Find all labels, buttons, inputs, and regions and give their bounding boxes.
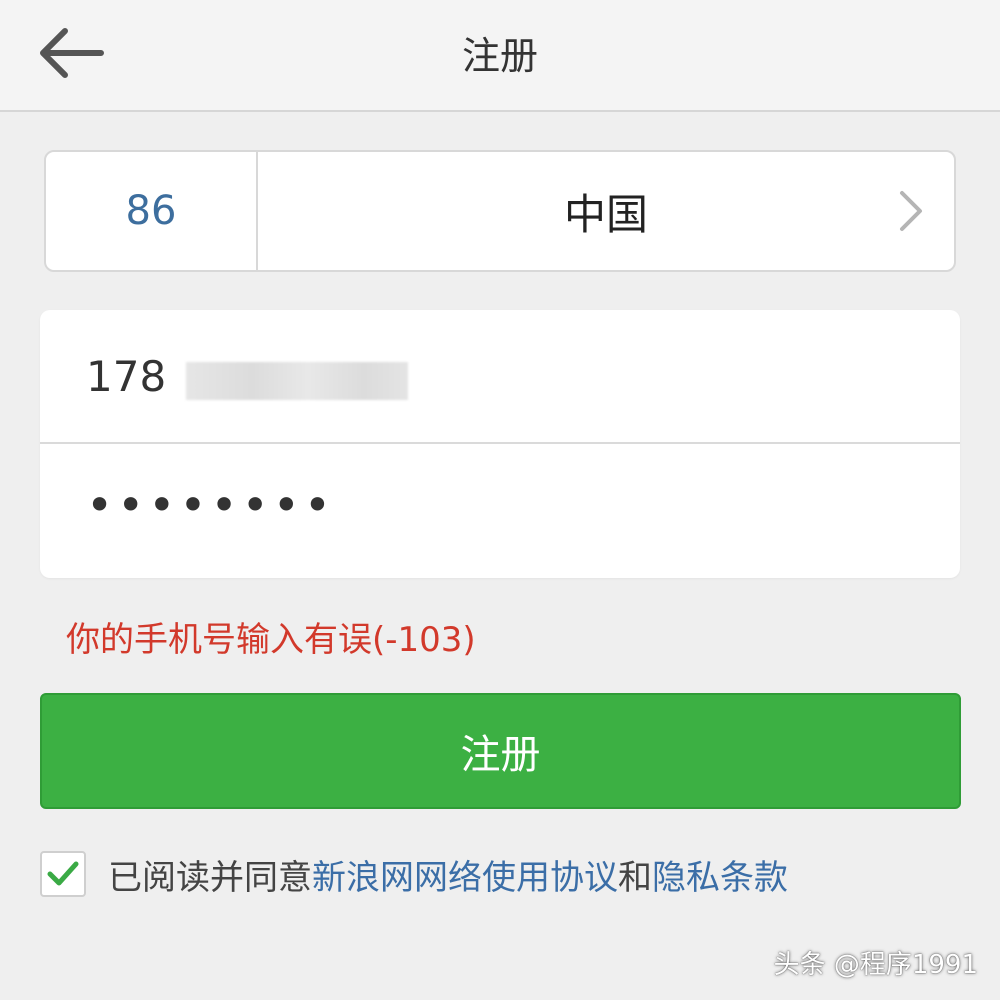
chevron-right-icon: [900, 191, 922, 231]
phone-input[interactable]: 178: [40, 310, 960, 444]
checkmark-icon: [47, 861, 79, 886]
password-input[interactable]: ••••••••: [40, 444, 960, 578]
title-bar: 注册: [0, 0, 1000, 112]
terms-link[interactable]: 新浪网网络使用协议: [312, 858, 618, 898]
phone-value: 178: [86, 351, 167, 401]
login-form: 178 ••••••••: [40, 310, 960, 578]
watermark: 头条 @程序1991: [773, 950, 978, 980]
privacy-link[interactable]: 隐私条款: [652, 858, 788, 898]
page-title: 注册: [461, 33, 538, 78]
country-code[interactable]: 86: [46, 152, 258, 270]
redaction-blur: [186, 362, 408, 400]
agreement-row: 已阅读并同意新浪网网络使用协议和隐私条款: [40, 848, 788, 900]
password-value: ••••••••: [86, 478, 336, 532]
agree-checkbox[interactable]: [40, 851, 86, 897]
error-message: 你的手机号输入有误(-103): [66, 620, 476, 660]
agreement-prefix: 已阅读并同意: [108, 857, 312, 898]
register-button[interactable]: 注册: [40, 693, 961, 809]
agreement-conjunction: 和: [618, 857, 652, 898]
agreement-text: 已阅读并同意新浪网网络使用协议和隐私条款: [108, 850, 788, 899]
country-selector[interactable]: 中国: [258, 152, 954, 270]
country-row: 86 中国: [44, 150, 956, 272]
country-name: 中国: [563, 189, 648, 239]
